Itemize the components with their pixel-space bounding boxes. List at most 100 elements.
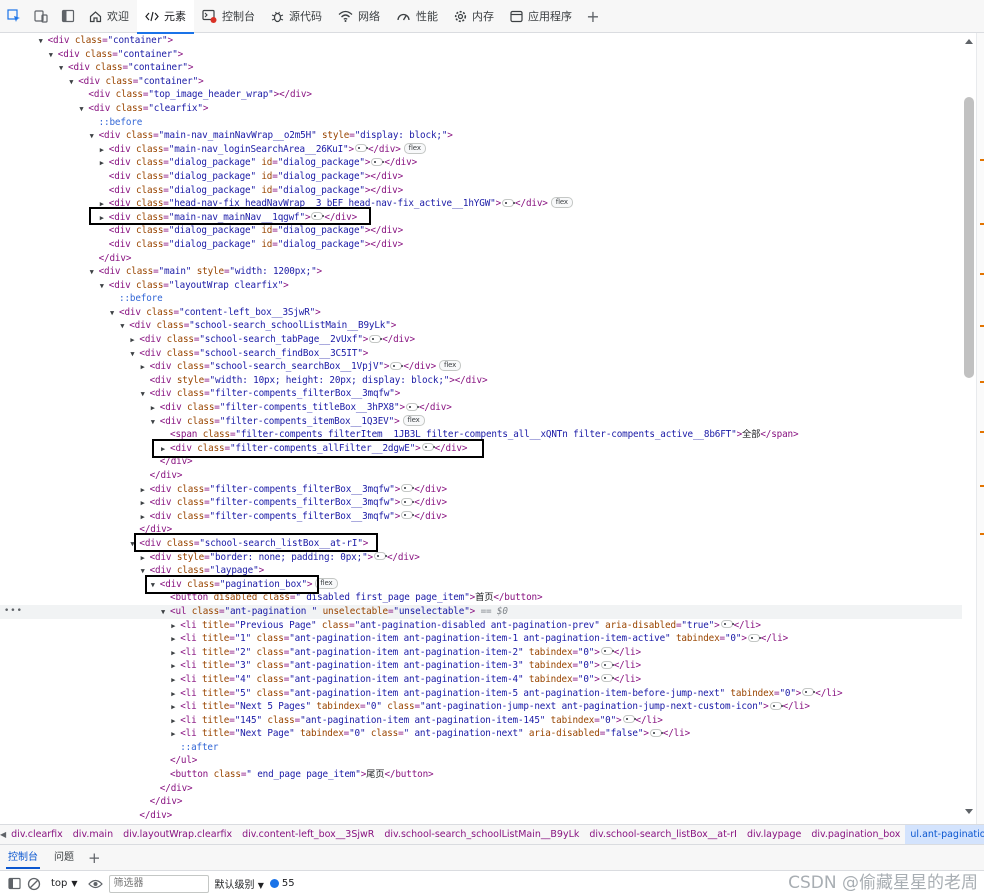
- dom-node-line[interactable]: <div class="dialog_package" id="dialog_p…: [0, 170, 962, 184]
- drawer-tab-console[interactable]: 控制台: [0, 845, 46, 871]
- context-selector[interactable]: top ▼: [47, 874, 82, 893]
- dom-node-line[interactable]: ▶ <div class="filter-compents_allFilter__…: [0, 442, 962, 456]
- collapsed-content-icon[interactable]: [373, 552, 387, 561]
- tab-wifi[interactable]: 网络: [330, 0, 388, 33]
- breadcrumb-item[interactable]: div.school-search_listBox__at-rI: [584, 829, 742, 840]
- dom-node-line[interactable]: ▼ <div class="layoutWrap clearfix">: [0, 279, 962, 293]
- breadcrumb-item[interactable]: div.content-left_box__3SjwR: [237, 829, 379, 840]
- dom-node-line[interactable]: </div>: [0, 455, 962, 469]
- dom-node-line[interactable]: <div class="dialog_package" id="dialog_p…: [0, 238, 962, 252]
- console-filter-input[interactable]: [108, 874, 209, 893]
- dom-node-line[interactable]: ::after: [0, 741, 962, 755]
- dom-node-line[interactable]: ::before: [0, 116, 962, 130]
- scrollbar-thumb[interactable]: [964, 97, 974, 378]
- dom-node-line[interactable]: ▶ <div class="filter-compents_filterBox__…: [0, 496, 962, 510]
- dom-node-line[interactable]: ▼ <div class="pagination_box"> flex: [0, 577, 962, 593]
- collapsed-content-icon[interactable]: [802, 688, 816, 696]
- message-count[interactable]: 55: [269, 878, 295, 889]
- dom-node-line[interactable]: ▶ <div class="school-search_tabPage__2vUx…: [0, 333, 962, 347]
- log-level-selector[interactable]: 默认级别 ▼: [215, 876, 264, 891]
- collapsed-triangle-icon[interactable]: ▶: [171, 715, 180, 729]
- collapsed-content-icon[interactable]: [747, 633, 761, 642]
- collapsed-content-icon[interactable]: [401, 497, 415, 506]
- dom-node-line[interactable]: ▶ <li title="Previous Page" class="ant-pa…: [0, 619, 962, 633]
- scroll-down-arrow-icon[interactable]: [965, 809, 973, 814]
- scroll-up-arrow-icon[interactable]: [965, 39, 973, 44]
- sidebar-toggle-icon[interactable]: [8, 877, 21, 890]
- expanded-triangle-icon[interactable]: ▼: [141, 565, 150, 579]
- expanded-triangle-icon[interactable]: ▼: [39, 35, 48, 49]
- tab-bug[interactable]: 源代码: [263, 0, 330, 33]
- collapsed-content-icon[interactable]: [600, 674, 614, 683]
- collapsed-content-icon[interactable]: [369, 334, 383, 343]
- collapsed-triangle-icon[interactable]: ▶: [141, 552, 150, 566]
- dom-node-line[interactable]: ▼ <div class="container">: [0, 61, 962, 75]
- collapsed-triangle-icon[interactable]: ▶: [141, 497, 150, 511]
- expanded-triangle-icon[interactable]: ▼: [110, 307, 119, 321]
- dom-node-line[interactable]: <button class=" end_page page_item">尾页</…: [0, 768, 962, 782]
- expanded-triangle-icon[interactable]: ▼: [120, 320, 129, 334]
- dom-node-line[interactable]: ▶ <li title="1" class="ant-pagination-ite…: [0, 632, 962, 646]
- collapsed-content-icon[interactable]: [502, 198, 516, 207]
- dom-node-line[interactable]: </div>: [0, 795, 962, 809]
- collapsed-content-icon[interactable]: [421, 443, 435, 452]
- dom-node-line[interactable]: ▶ <li title="5" class="ant-pagination-ite…: [0, 687, 962, 701]
- breadcrumb-item[interactable]: div.laypage: [742, 829, 806, 840]
- flex-badge[interactable]: flex: [439, 360, 462, 372]
- more-options-icon[interactable]: •••: [4, 605, 23, 619]
- collapsed-triangle-icon[interactable]: ▶: [171, 728, 180, 742]
- tab-console[interactable]: 控制台: [194, 0, 263, 33]
- dom-node-line[interactable]: ▼ <div class="main-nav_mainNavWrap__o2m5H…: [0, 129, 962, 143]
- dom-node-line[interactable]: ▼ <div class="school-search_listBox__at-r…: [0, 537, 962, 551]
- elements-dom-tree[interactable]: ▼ <div class="container"> ▼ <div class="con…: [0, 33, 962, 824]
- collapsed-content-icon[interactable]: [622, 715, 636, 724]
- expanded-triangle-icon[interactable]: ▼: [59, 62, 68, 76]
- inspect-element-icon[interactable]: [0, 0, 27, 33]
- expanded-triangle-icon[interactable]: ▼: [49, 49, 58, 63]
- collapsed-triangle-icon[interactable]: ▶: [171, 660, 180, 674]
- dom-node-line[interactable]: ▶ <li title="2" class="ant-pagination-ite…: [0, 646, 962, 660]
- dom-node-line[interactable]: ••• ▼ <ul class="ant-pagination " unselect…: [0, 604, 962, 620]
- dom-node-line[interactable]: ▼ <div class="clearfix">: [0, 102, 962, 116]
- drawer-tab-issues[interactable]: 问题: [46, 845, 82, 871]
- breadcrumb-item[interactable]: ul.ant-pagination.: [905, 825, 984, 844]
- eye-icon[interactable]: [87, 878, 103, 890]
- dom-node-line[interactable]: ▶ <li title="Next 5 Pages" tabindex="0" c…: [0, 700, 962, 714]
- collapsed-content-icon[interactable]: [405, 402, 419, 411]
- collapsed-triangle-icon[interactable]: ▶: [100, 157, 109, 171]
- dom-node-line[interactable]: ▶ <div class="school-search_searchBox__1V…: [0, 360, 962, 374]
- flex-badge[interactable]: flex: [402, 414, 425, 426]
- collapsed-content-icon[interactable]: [769, 701, 783, 710]
- flex-badge[interactable]: flex: [315, 577, 338, 589]
- collapsed-triangle-icon[interactable]: ▶: [171, 633, 180, 647]
- expanded-triangle-icon[interactable]: ▼: [161, 606, 170, 620]
- collapsed-content-icon[interactable]: [401, 511, 415, 520]
- drawer-add-tab-icon[interactable]: +: [82, 849, 107, 867]
- tab-window[interactable]: 应用程序: [502, 0, 580, 33]
- collapsed-triangle-icon[interactable]: ▶: [100, 212, 109, 226]
- dom-node-line[interactable]: </div>: [0, 252, 962, 266]
- expanded-triangle-icon[interactable]: ▼: [90, 266, 99, 280]
- collapsed-content-icon[interactable]: [371, 157, 385, 166]
- flex-badge[interactable]: flex: [403, 142, 426, 154]
- dom-node-line[interactable]: </div>: [0, 523, 962, 537]
- collapsed-triangle-icon[interactable]: ▶: [100, 144, 109, 158]
- expanded-triangle-icon[interactable]: ▼: [151, 579, 160, 593]
- expanded-triangle-icon[interactable]: ▼: [141, 388, 150, 402]
- expanded-triangle-icon[interactable]: ▼: [151, 416, 160, 430]
- tab-gear[interactable]: 内存: [446, 0, 502, 33]
- device-toolbar-icon[interactable]: [27, 0, 54, 33]
- expanded-triangle-icon[interactable]: ▼: [100, 280, 109, 294]
- tab-gauge[interactable]: 性能: [388, 0, 446, 33]
- dom-node-line[interactable]: <div style="width: 10px; height: 20px; d…: [0, 374, 962, 388]
- dom-node-line[interactable]: <div class="top_image_header_wrap"></div…: [0, 88, 962, 102]
- expanded-triangle-icon[interactable]: ▼: [69, 76, 78, 90]
- collapsed-content-icon[interactable]: [649, 728, 663, 737]
- collapsed-triangle-icon[interactable]: ▶: [171, 620, 180, 634]
- dom-node-line[interactable]: ▼ <div class="laypage">: [0, 564, 962, 578]
- dom-node-line[interactable]: ▼ <div class="content-left_box__3SjwR">: [0, 306, 962, 320]
- dom-node-line[interactable]: ▶ <div class="filter-compents_filterBox__…: [0, 483, 962, 497]
- dom-node-line[interactable]: ▶ <li title="145" class="ant-pagination-i…: [0, 714, 962, 728]
- dom-node-line[interactable]: <div class="dialog_package" id="dialog_p…: [0, 224, 962, 238]
- expanded-triangle-icon[interactable]: ▼: [90, 130, 99, 144]
